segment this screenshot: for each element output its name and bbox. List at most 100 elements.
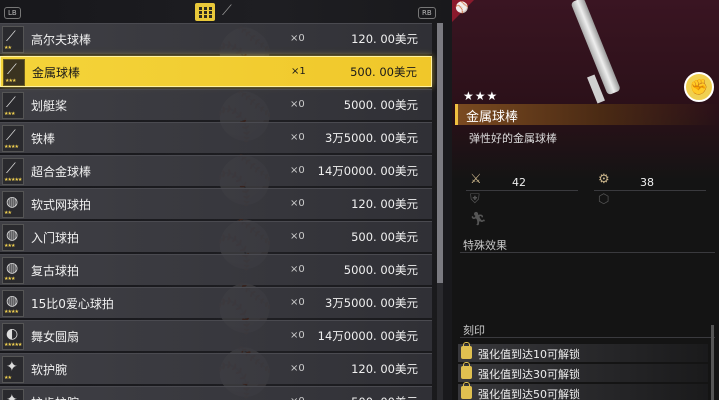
list-scrollbar[interactable]: [437, 23, 443, 400]
shield-icon: ⛨: [470, 192, 480, 207]
item-thumbnail: ◍ ★★★: [2, 257, 24, 284]
item-rarity: ★★: [4, 375, 12, 381]
item-name: 舞女圆扇: [31, 330, 80, 344]
item-price: 14万0000. 00美元: [317, 164, 418, 178]
item-name: 划艇桨: [31, 99, 68, 113]
engraving-slot: 强化值到达30可解锁: [458, 362, 708, 382]
item-thumbnail: ✦ ★★: [2, 356, 24, 383]
list-item[interactable]: ◍ ★★★ 入门球拍 ×0 500. 00美元: [0, 221, 432, 252]
item-thumbnail: ⟋ ★★: [2, 26, 24, 53]
item-rarity: ★★★: [4, 276, 15, 282]
item-thumbnail: ✦★★★: [2, 389, 24, 400]
item-rarity: ★★★★★: [4, 342, 22, 348]
category-tabs: LB ⟋ RB: [0, 0, 440, 22]
durability-value: 38: [640, 176, 654, 189]
golf-club-icon: ⟋: [6, 29, 16, 45]
retro-racket-icon: ◍: [6, 260, 19, 276]
item-quantity: ×0: [290, 264, 305, 275]
item-title: 金属球棒: [466, 110, 519, 125]
item-thumbnail: ⟋ ★★★★★: [2, 158, 24, 185]
lb-button-hint[interactable]: LB: [4, 7, 21, 19]
item-thumbnail: ◍ ★★: [2, 191, 24, 218]
list-item[interactable]: ⟋ ★★★ 划艇桨 ×0 5000. 00美元: [0, 89, 432, 120]
list-item[interactable]: ✦ ★★ 软护腕 ×0 120. 00美元: [0, 353, 432, 384]
item-rarity: ★★★: [5, 78, 16, 84]
item-quantity: ×0: [290, 99, 305, 110]
item-thumbnail: ◐ ★★★★★: [2, 323, 24, 350]
paddle-icon: ⟋: [6, 95, 16, 111]
bat-icon: ⚾: [455, 1, 469, 14]
grid-icon[interactable]: [195, 3, 215, 21]
beginner-racket-icon: ◍: [6, 227, 19, 243]
item-price: 500. 00美元: [351, 230, 418, 244]
item-list-panel: ⚾⚾⚾⚾⚾⚾ LB ⟋ RB ⟋★★高尔夫球棒×0120. 00美元⟋★★★金属…: [0, 0, 452, 400]
item-thumbnail: ⟋ ★★★: [3, 59, 25, 86]
item-quantity: ×0: [290, 297, 305, 308]
engraving-unlock-text: 强化值到达10可解锁: [478, 348, 580, 361]
detail-scrollbar[interactable]: [711, 325, 714, 400]
item-price: 500. 00美元: [350, 65, 417, 79]
hexagon-icon: ⬡: [598, 192, 610, 207]
list-item[interactable]: ⟋ ★★ 高尔夫球棒 ×0 120. 00美元: [0, 23, 432, 54]
running-icon: 🏃︎: [470, 212, 487, 227]
item-description: 弹性好的金属球棒: [469, 132, 557, 145]
item-price: 120. 00美元: [351, 197, 418, 211]
scrollbar-thumb[interactable]: [437, 23, 443, 283]
soft-tennis-racket-icon: ◍: [6, 194, 19, 210]
item-name: 15比0爱心球拍: [31, 297, 114, 311]
bat-icon[interactable]: ⟋: [222, 3, 236, 19]
item-name: 金属球棒: [32, 66, 81, 80]
rarity-stars: ★★★: [463, 89, 499, 103]
item-rarity: ★★★★: [4, 309, 19, 315]
item-thumbnail: ⟋ ★★★: [2, 92, 24, 119]
list-item[interactable]: ✦★★★ 护齿护腕 ×0 500. 00美元: [0, 386, 432, 400]
item-name: 高尔夫球棒: [31, 33, 92, 47]
item-detail-panel: ⚾ ✊ ★★★ 金属球棒 弹性好的金属球棒 ⚔ 42 ⚙ 38 ⛨ ⬡ 🏃︎ 特…: [452, 0, 719, 400]
fist-icon: ✊: [684, 72, 714, 102]
metal-bat-icon: ⟋: [7, 62, 17, 78]
item-quantity: ×0: [290, 132, 305, 143]
list-item[interactable]: ⟋ ★★★★ 铁棒 ×0 3万5000. 00美元: [0, 122, 432, 153]
item-quantity: ×1: [291, 66, 306, 77]
attack-value: 42: [512, 176, 526, 189]
list-item[interactable]: ⟋ ★★★ 金属球棒 ×1 500. 00美元: [0, 56, 432, 87]
item-thumbnail: ◍ ★★★: [2, 224, 24, 251]
item-price: 120. 00美元: [351, 32, 418, 46]
fan-icon: ◐: [6, 326, 19, 342]
item-price: 3万5000. 00美元: [324, 296, 418, 310]
item-price: 5000. 00美元: [343, 263, 418, 277]
list-item[interactable]: ◐ ★★★★★ 舞女圆扇 ×0 14万0000. 00美元: [0, 320, 432, 351]
engraving-unlock-text: 强化值到达50可解锁: [478, 388, 580, 400]
item-rarity: ★★★★★: [4, 177, 22, 183]
item-name: 软式网球拍: [31, 198, 92, 212]
engraving-slot: 强化值到达10可解锁: [458, 342, 708, 362]
item-rarity: ★★★: [4, 243, 15, 249]
list-item[interactable]: ⟋ ★★★★★ 超合金球棒 ×0 14万0000. 00美元: [0, 155, 432, 186]
special-effects-label: 特殊效果: [463, 239, 507, 252]
engraving-unlock-text: 强化值到达30可解锁: [478, 368, 580, 381]
wristband-icon: ✦: [6, 359, 18, 375]
item-quantity: ×0: [290, 198, 305, 209]
item-rarity: ★★★: [4, 111, 15, 117]
iron-rod-icon: ⟋: [6, 128, 16, 144]
item-name: 复古球拍: [31, 264, 80, 278]
item-name: 铁棒: [31, 132, 56, 146]
item-thumbnail: ◍ ★★★★: [2, 290, 24, 317]
item-quantity: ×0: [290, 231, 305, 242]
durability-icon: ⚙: [598, 172, 610, 187]
item-price: 5000. 00美元: [343, 98, 418, 112]
item-thumbnail: ⟋ ★★★★: [2, 125, 24, 152]
item-quantity: ×0: [290, 396, 305, 400]
list-item[interactable]: ◍ ★★ 软式网球拍 ×0 120. 00美元: [0, 188, 432, 219]
engraving-slot: 强化值到达50可解锁: [458, 382, 708, 400]
rb-button-hint[interactable]: RB: [418, 7, 436, 19]
item-name: 护齿护腕: [31, 394, 79, 400]
lock-icon: [461, 342, 472, 359]
engraving-label: 刻印: [463, 324, 485, 337]
item-quantity: ×0: [290, 165, 305, 176]
list-item[interactable]: ◍ ★★★★ 15比0爱心球拍 ×0 3万5000. 00美元: [0, 287, 432, 318]
item-rarity: ★★: [4, 45, 12, 51]
list-item[interactable]: ◍ ★★★ 复古球拍 ×0 5000. 00美元: [0, 254, 432, 285]
item-quantity: ×0: [290, 330, 305, 341]
item-price: 14万0000. 00美元: [317, 329, 418, 343]
